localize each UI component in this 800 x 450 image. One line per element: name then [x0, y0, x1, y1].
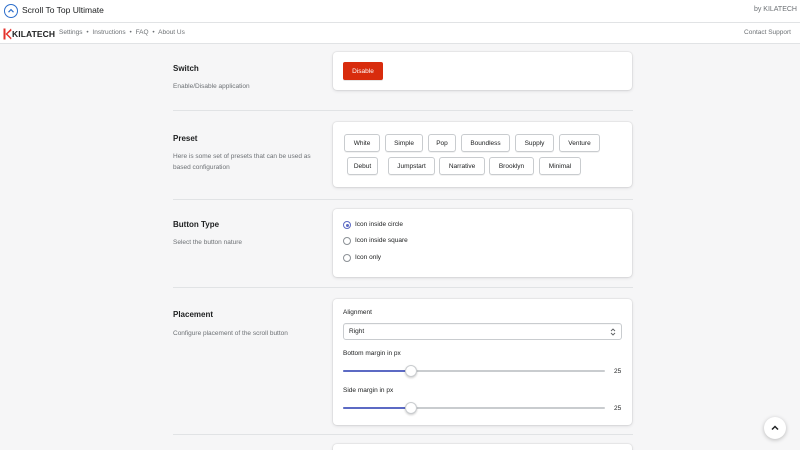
switch-card: Disable: [333, 52, 632, 90]
button-type-section-description: Select the button nature: [173, 239, 243, 246]
next-section-card: [333, 444, 632, 450]
alignment-label: Alignment: [343, 309, 372, 316]
app-title: Scroll To Top Ultimate: [22, 5, 104, 15]
section-divider: [173, 434, 633, 435]
preset-debut-button[interactable]: Debut: [347, 157, 378, 175]
nav-links: Settings • Instructions • FAQ • About Us: [59, 29, 185, 36]
preset-white-button[interactable]: White: [344, 134, 380, 152]
placement-card: Alignment Right Bottom margin in px 25 S…: [333, 299, 632, 425]
developer-label: by KILATECH: [753, 6, 797, 13]
preset-section-description: Here is some set of presets that can be …: [173, 153, 311, 171]
preset-pop-button[interactable]: Pop: [428, 134, 456, 152]
radio-label[interactable]: Icon inside circle: [355, 221, 403, 228]
kilatech-logo-icon: [3, 28, 12, 40]
switch-section-description: Enable/Disable application: [173, 83, 250, 90]
slider-thumb[interactable]: [405, 365, 418, 377]
section-divider: [173, 110, 633, 111]
chevron-up-circle-icon: [4, 4, 18, 18]
preset-supply-button[interactable]: Supply: [515, 134, 554, 152]
nav-link-settings[interactable]: Settings: [59, 29, 83, 36]
side-margin-label: Side margin in px: [343, 387, 394, 394]
nav-link-instructions[interactable]: Instructions: [92, 29, 125, 36]
nav-separator: •: [129, 29, 132, 36]
preset-minimal-button[interactable]: Minimal: [539, 157, 581, 175]
radio-button[interactable]: [343, 237, 351, 245]
nav-separator: •: [86, 29, 89, 36]
brand-name: KILATECH: [12, 29, 56, 39]
bottom-margin-label: Bottom margin in px: [343, 350, 401, 357]
scroll-to-top-button[interactable]: [764, 417, 786, 439]
side-margin-value: 25: [614, 405, 622, 412]
preset-section-title: Preset: [173, 134, 198, 143]
preset-jumpstart-button[interactable]: Jumpstart: [388, 157, 435, 175]
radio-button[interactable]: [343, 254, 351, 262]
placement-section-title: Placement: [173, 310, 214, 319]
preset-simple-button[interactable]: Simple: [385, 134, 423, 152]
preset-boundless-button[interactable]: Boundless: [461, 134, 510, 152]
nav-link-faq[interactable]: FAQ: [136, 29, 149, 36]
contact-support-link[interactable]: Contact Support: [744, 29, 791, 36]
section-divider: [173, 287, 633, 288]
radio-label[interactable]: Icon inside square: [355, 237, 408, 244]
chevron-up-icon: [771, 425, 779, 431]
alignment-select[interactable]: Right: [343, 323, 622, 340]
preset-card: White Simple Pop Boundless Supply Ventur…: [333, 122, 632, 187]
button-type-section-title: Button Type: [173, 220, 220, 229]
slider-fill: [343, 407, 412, 409]
side-margin-slider[interactable]: [343, 402, 605, 414]
section-divider: [173, 199, 633, 200]
placement-section-description: Configure placement of the scroll button: [173, 330, 288, 337]
preset-narrative-button[interactable]: Narrative: [439, 157, 485, 175]
nav-link-about-us[interactable]: About Us: [158, 29, 185, 36]
radio-label[interactable]: Icon only: [355, 254, 381, 261]
bottom-margin-slider[interactable]: [343, 365, 605, 377]
preset-brooklyn-button[interactable]: Brooklyn: [489, 157, 534, 175]
select-chevron-icon: [610, 328, 616, 336]
button-type-card: Icon inside circle Icon inside square Ic…: [333, 209, 632, 277]
preset-venture-button[interactable]: Venture: [559, 134, 600, 152]
app-title-bar: Scroll To Top Ultimate by KILATECH: [0, 0, 800, 23]
switch-section-title: Switch: [173, 64, 199, 73]
nav-bar: KILATECH Settings • Instructions • FAQ •…: [0, 23, 800, 44]
alignment-select-value: Right: [349, 328, 365, 335]
radio-button[interactable]: [343, 221, 351, 229]
disable-button[interactable]: Disable: [343, 62, 383, 80]
nav-separator: •: [152, 29, 155, 36]
slider-thumb[interactable]: [405, 402, 418, 414]
slider-fill: [343, 370, 412, 372]
bottom-margin-value: 25: [614, 368, 622, 375]
